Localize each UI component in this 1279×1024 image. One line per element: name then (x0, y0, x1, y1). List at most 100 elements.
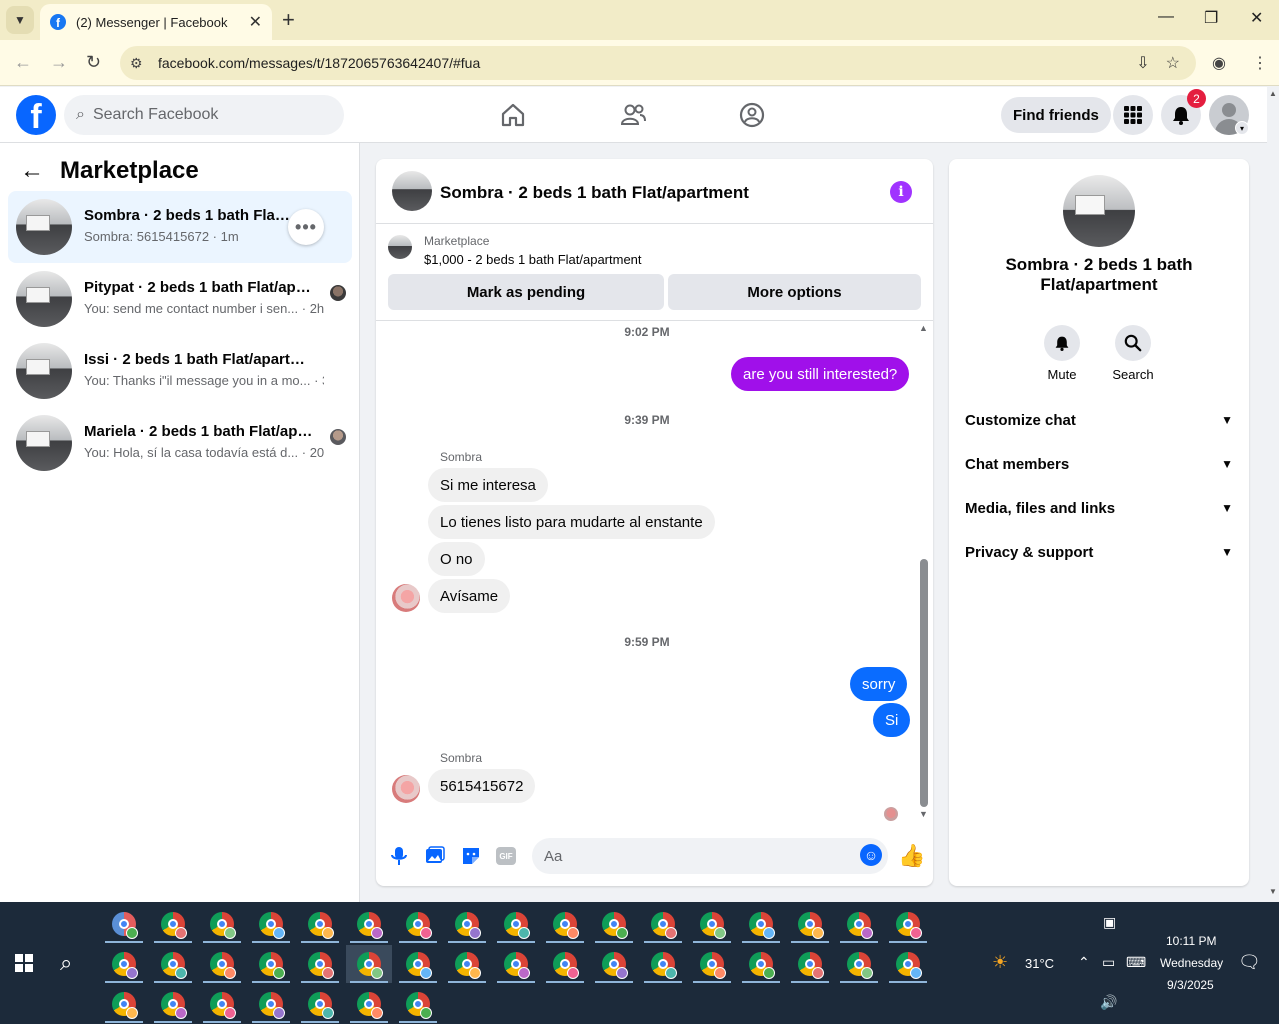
sticker-icon[interactable] (460, 845, 482, 867)
message-scrollbar[interactable]: ▲ ▼ (919, 321, 929, 821)
message-bubble-incoming[interactable]: Lo tienes listo para mudarte al enstante (428, 505, 715, 539)
scrollbar-thumb[interactable] (920, 559, 928, 807)
taskbar-chrome-window-icon[interactable] (738, 905, 784, 943)
site-info-icon[interactable]: ⚙ (130, 55, 152, 72)
message-bubble-outgoing[interactable]: are you still interested? (731, 357, 910, 391)
windows-start-icon[interactable] (15, 954, 33, 972)
message-bubble-outgoing[interactable]: Si (873, 703, 911, 737)
install-app-icon[interactable]: ⇩ (1136, 53, 1149, 73)
bookmark-star-icon[interactable]: ☆ (1166, 53, 1180, 73)
photo-icon[interactable] (424, 845, 446, 867)
back-icon[interactable]: ← (14, 52, 32, 73)
facebook-logo-icon[interactable]: f (16, 95, 56, 135)
section-chat-members[interactable]: Chat members ▼ (965, 446, 1233, 482)
taskbar-chrome-window-icon[interactable] (395, 985, 441, 1023)
mute-action[interactable]: Mute (1032, 325, 1092, 382)
volume-icon[interactable]: 🔊 (1100, 994, 1117, 1011)
scroll-down-icon[interactable]: ▼ (919, 809, 928, 819)
taskbar-chrome-window-icon[interactable] (199, 985, 245, 1023)
weather-temp[interactable]: 31°C (1025, 956, 1054, 971)
gif-icon[interactable]: GIF (496, 847, 516, 865)
facebook-search-input[interactable] (92, 106, 313, 124)
listing-description[interactable]: $1,000 - 2 beds 1 bath Flat/apartment (424, 252, 642, 267)
taskbar-chrome-window-icon[interactable] (640, 945, 686, 983)
taskbar-chrome-window-icon[interactable] (885, 945, 931, 983)
restore-icon[interactable]: ❐ (1204, 8, 1218, 28)
taskbar-chrome-window-icon[interactable] (346, 985, 392, 1023)
taskbar-search-icon[interactable]: ⌕ (60, 950, 72, 976)
sender-avatar[interactable] (392, 775, 420, 803)
conversation-item-issi[interactable]: Issi · 2 beds 1 bath Flat/apartment You:… (8, 335, 352, 407)
like-thumb-icon[interactable]: 👍 (898, 843, 925, 869)
message-bubble-incoming[interactable]: 5615415672 (428, 769, 536, 803)
section-media-files-links[interactable]: Media, files and links ▼ (965, 490, 1233, 526)
scroll-up-icon[interactable]: ▲ (1269, 89, 1277, 98)
taskbar-chrome-window-icon[interactable] (738, 945, 784, 983)
account-caret-icon[interactable]: ▾ (1235, 121, 1249, 135)
taskbar-chrome-window-icon[interactable] (885, 905, 931, 943)
clock-day[interactable]: Wednesday (1160, 956, 1223, 970)
taskbar-chrome-window-icon[interactable] (248, 945, 294, 983)
tab-search-button[interactable]: ▼ (6, 6, 34, 34)
taskbar-chrome-window-icon[interactable] (493, 945, 539, 983)
taskbar-chrome-window-icon[interactable] (199, 945, 245, 983)
browser-menu-icon[interactable]: ⋮ (1252, 53, 1268, 73)
section-privacy-support[interactable]: Privacy & support ▼ (965, 534, 1233, 570)
taskbar-chrome-window-icon[interactable] (297, 945, 343, 983)
menu-button[interactable] (1113, 95, 1153, 135)
taskbar-chrome-window-icon[interactable] (150, 945, 196, 983)
mark-as-pending-button[interactable]: Mark as pending (388, 274, 664, 310)
friends-icon[interactable] (619, 101, 647, 129)
tray-expand-icon[interactable]: ⌃ (1078, 954, 1090, 971)
taskbar-chrome-window-icon[interactable] (150, 905, 196, 943)
taskbar-chrome-window-icon[interactable] (444, 905, 490, 943)
new-tab-icon[interactable]: + (282, 8, 295, 32)
window-close-icon[interactable]: ✕ (1250, 8, 1263, 28)
taskbar-chrome-window-icon[interactable] (787, 945, 833, 983)
message-bubble-outgoing[interactable]: sorry (850, 667, 908, 701)
phone-link-icon[interactable]: ▣ (1103, 914, 1116, 931)
taskbar-chrome-window-icon[interactable] (101, 945, 147, 983)
message-bubble-incoming[interactable]: O no (428, 542, 485, 576)
clock-date[interactable]: 9/3/2025 (1167, 978, 1214, 992)
taskbar-chrome-window-icon[interactable] (836, 905, 882, 943)
notification-center-icon[interactable]: 🗨 (1238, 952, 1261, 973)
sender-avatar[interactable] (392, 584, 420, 612)
keyboard-icon[interactable]: ⌨ (1126, 954, 1146, 971)
taskbar-chrome-window-icon[interactable] (346, 905, 392, 943)
taskbar-chrome-window-icon[interactable] (395, 905, 441, 943)
taskbar-chrome-window-icon[interactable] (297, 905, 343, 943)
taskbar-chrome-window-icon[interactable] (493, 905, 539, 943)
search-action[interactable]: Search (1103, 325, 1163, 382)
taskbar-chrome-window-icon[interactable] (101, 905, 147, 943)
taskbar-chrome-window-icon[interactable] (248, 985, 294, 1023)
clock-time[interactable]: 10:11 PM (1166, 934, 1216, 948)
taskbar-chrome-window-icon[interactable] (542, 905, 588, 943)
facebook-search[interactable]: ⌕ (64, 95, 344, 135)
tab-close-icon[interactable]: ✕ (249, 12, 262, 32)
microphone-icon[interactable] (388, 845, 410, 867)
network-icon[interactable]: ▭ (1102, 954, 1115, 971)
taskbar-chrome-window-icon[interactable] (150, 985, 196, 1023)
more-options-button[interactable]: More options (668, 274, 921, 310)
taskbar-chrome-window-icon[interactable] (297, 985, 343, 1023)
more-options-icon[interactable]: ••• (288, 209, 324, 245)
taskbar-chrome-window-icon[interactable] (444, 945, 490, 983)
omnibox[interactable]: ⚙ facebook.com/messages/t/18720657636424… (120, 46, 1196, 80)
url-text[interactable]: facebook.com/messages/t/1872065763642407… (158, 55, 1136, 71)
taskbar-chrome-window-icon[interactable] (248, 905, 294, 943)
message-input-field[interactable] (532, 838, 888, 874)
taskbar-chrome-window-icon[interactable] (591, 945, 637, 983)
conversation-item-pitypat[interactable]: Pitypat · 2 beds 1 bath Flat/apartment Y… (8, 263, 352, 335)
profile-avatar[interactable] (1063, 175, 1135, 247)
taskbar-chrome-window-icon[interactable] (395, 945, 441, 983)
profile-icon[interactable]: ◉ (1212, 53, 1226, 73)
chat-title[interactable]: Sombra · 2 beds 1 bath Flat/apartment (440, 183, 749, 203)
taskbar-chrome-window-icon[interactable] (689, 905, 735, 943)
section-customize-chat[interactable]: Customize chat ▼ (965, 402, 1233, 438)
taskbar-chrome-window-icon[interactable] (836, 945, 882, 983)
scroll-down-icon[interactable]: ▼ (1269, 887, 1277, 896)
taskbar-chrome-window-icon[interactable] (640, 905, 686, 943)
emoji-icon[interactable]: ☺ (860, 844, 882, 866)
minimize-icon[interactable]: — (1158, 8, 1174, 26)
